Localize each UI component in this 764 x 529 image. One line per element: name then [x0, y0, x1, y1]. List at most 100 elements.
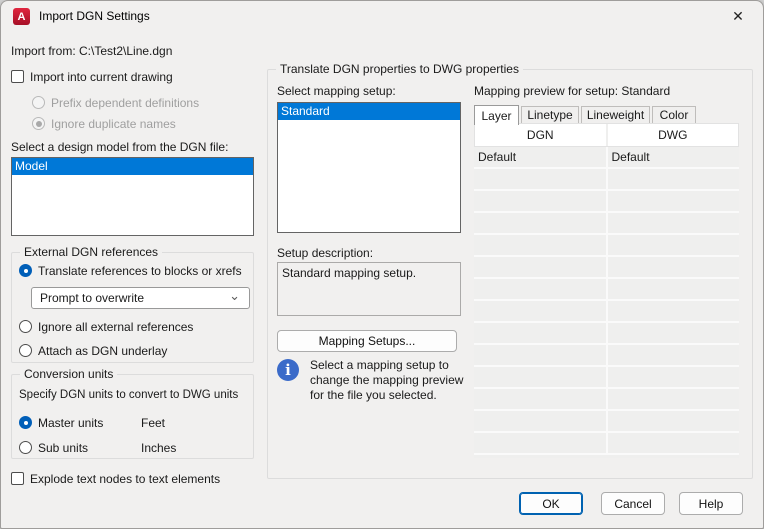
table-cell-dwg: [608, 235, 740, 255]
dialog-title: Import DGN Settings: [39, 9, 150, 23]
table-cell-dgn: [474, 279, 608, 299]
table-row-empty[interactable]: [474, 301, 739, 323]
column-header-dgn: DGN: [475, 124, 608, 146]
select-mapping-setup-label: Select mapping setup:: [277, 84, 396, 98]
tab-lineweight[interactable]: Lineweight: [581, 106, 650, 124]
table-row-empty[interactable]: [474, 433, 739, 455]
table-cell-dgn: [474, 257, 608, 277]
table-cell-dgn: [474, 301, 608, 321]
table-row-empty[interactable]: [474, 345, 739, 367]
table-cell-dwg: [608, 345, 740, 365]
master-units-label: Master units: [38, 416, 104, 430]
prefix-dependent-definitions-label: Prefix dependent definitions: [51, 96, 200, 110]
table-cell-dgn: [474, 367, 608, 387]
close-icon: ✕: [732, 8, 744, 24]
mapping-preview-table-header: DGN DWG: [474, 123, 739, 147]
table-row-empty[interactable]: [474, 367, 739, 389]
table-cell-dwg: [608, 301, 740, 321]
translate-references-radio[interactable]: [19, 264, 32, 277]
table-cell-dwg: Default: [611, 150, 650, 164]
table-cell-dgn: [474, 411, 608, 431]
table-cell-dgn: [474, 169, 608, 189]
ignore-duplicate-names-radio: [32, 117, 45, 130]
tab-layer-label: Layer: [481, 108, 512, 123]
mapping-setups-button[interactable]: Mapping Setups...: [277, 330, 457, 352]
sub-units-label: Sub units: [38, 441, 89, 455]
table-cell-dwg: [608, 367, 740, 387]
table-row-empty[interactable]: [474, 389, 739, 411]
column-header-dwg: DWG: [658, 128, 688, 142]
table-cell-dgn: [474, 191, 608, 211]
info-text: Select a mapping setup to change the map…: [310, 358, 464, 402]
import-from-label: Import from: C:\Test2\Line.dgn: [11, 44, 173, 58]
cancel-button[interactable]: Cancel: [601, 492, 665, 515]
table-row-empty[interactable]: [474, 169, 739, 191]
table-row-empty[interactable]: [474, 257, 739, 279]
setup-description-text: Standard mapping setup.: [282, 266, 417, 280]
sub-units-radio[interactable]: [19, 441, 32, 454]
mapping-setup-listbox[interactable]: Standard: [277, 102, 461, 233]
design-model-label: Select a design model from the DGN file:: [11, 140, 229, 154]
mapping-setups-button-label: Mapping Setups...: [318, 334, 416, 348]
table-row-empty[interactable]: [474, 279, 739, 301]
tab-lineweight-label: Lineweight: [586, 108, 645, 122]
table-cell-dgn: [474, 213, 608, 233]
title-bar: A Import DGN Settings ✕: [1, 1, 763, 31]
sub-units-value: Inches: [141, 441, 177, 455]
table-cell-dwg: [608, 433, 740, 453]
table-cell-dwg: [608, 411, 740, 431]
explode-text-nodes-label: Explode text nodes to text elements: [30, 472, 221, 486]
table-cell-dwg: [608, 389, 740, 409]
table-row-empty[interactable]: [474, 191, 739, 213]
import-into-current-drawing-label: Import into current drawing: [30, 70, 173, 84]
help-button[interactable]: Help: [679, 492, 743, 515]
ok-button[interactable]: OK: [519, 492, 583, 515]
table-cell-dgn: [474, 389, 608, 409]
table-cell-dwg: [608, 191, 740, 211]
setup-description-box: Standard mapping setup.: [277, 262, 461, 316]
table-cell-dwg: [608, 213, 740, 233]
table-cell-dwg: [608, 279, 740, 299]
table-cell-dwg: [608, 257, 740, 277]
mapping-preview-label: Mapping preview for setup: Standard: [474, 84, 671, 98]
tab-color-label: Color: [659, 108, 689, 122]
close-button[interactable]: ✕: [721, 4, 755, 29]
help-button-label: Help: [698, 496, 724, 511]
table-row[interactable]: Default Default: [474, 147, 739, 169]
tab-linetype[interactable]: Linetype: [521, 106, 579, 124]
table-row-empty[interactable]: [474, 235, 739, 257]
attach-dgn-underlay-radio[interactable]: [19, 344, 32, 357]
table-cell-dwg: [608, 169, 740, 189]
table-row-empty[interactable]: [474, 323, 739, 345]
import-into-current-drawing-checkbox[interactable]: [11, 70, 24, 83]
overwrite-dropdown[interactable]: Prompt to overwrite ⌄: [31, 287, 250, 309]
attach-dgn-underlay-label: Attach as DGN underlay: [38, 344, 168, 358]
table-row-empty[interactable]: [474, 411, 739, 433]
ignore-external-references-radio[interactable]: [19, 320, 32, 333]
table-cell-dgn: [474, 235, 608, 255]
translate-references-label: Translate references to blocks or xrefs: [38, 264, 242, 278]
info-icon: i: [277, 359, 299, 381]
autocad-app-icon: A: [13, 8, 30, 25]
mapping-setup-item-selected[interactable]: Standard: [278, 103, 460, 120]
tab-linetype-label: Linetype: [527, 108, 573, 122]
cancel-button-label: Cancel: [614, 496, 652, 511]
explode-text-nodes-checkbox[interactable]: [11, 472, 24, 485]
tab-layer[interactable]: Layer: [474, 105, 519, 125]
conversion-units-title: Conversion units: [20, 367, 118, 381]
table-cell-dgn: [474, 433, 608, 453]
table-cell-dgn: [474, 323, 608, 343]
master-units-value: Feet: [141, 416, 166, 430]
table-row-empty[interactable]: [474, 213, 739, 235]
overwrite-dropdown-value: Prompt to overwrite: [40, 291, 145, 305]
tab-color[interactable]: Color: [652, 106, 696, 124]
master-units-radio[interactable]: [19, 416, 32, 429]
table-cell-dgn: Default: [474, 147, 608, 167]
design-model-listbox[interactable]: Model: [11, 157, 254, 236]
design-model-item-selected[interactable]: Model: [12, 158, 253, 175]
mapping-preview-table[interactable]: DGN DWG Default Default: [474, 123, 739, 458]
ignore-duplicate-names-label: Ignore duplicate names: [51, 117, 176, 131]
table-cell-dgn: [474, 345, 608, 365]
external-dgn-references-title: External DGN references: [20, 245, 163, 259]
ok-button-label: OK: [542, 496, 560, 511]
